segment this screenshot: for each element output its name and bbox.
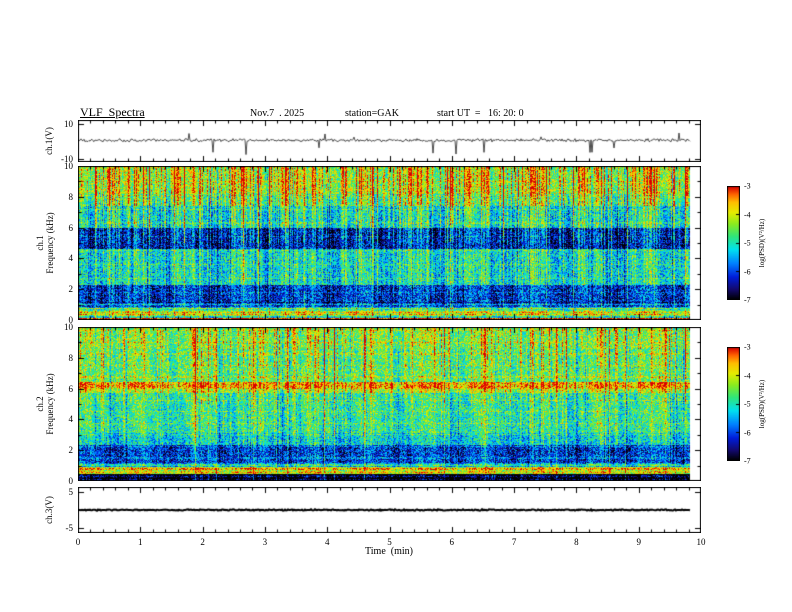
ch2-frequency-axis-label: ch.2 Frequency (kHz) [35, 373, 55, 434]
tick-label: 8 [574, 537, 579, 547]
ch1-waveform-plot [78, 120, 701, 162]
ch3-waveform-plot [78, 487, 701, 533]
figure-title: VLF Spectra [80, 105, 145, 119]
tick-label: -5 [744, 238, 751, 248]
tick-label: 3 [262, 537, 268, 547]
ch2-frequency-axis-label-line1: ch.2 [35, 396, 45, 412]
vlf-spectra-figure: VLF Spectra Nov.7 . 2025 station=GAK sta… [0, 0, 792, 612]
tick-label: 10 [64, 322, 73, 332]
tick-label: 10 [64, 118, 73, 129]
tick-label: -4 [744, 210, 751, 219]
tick-label: 6 [68, 383, 74, 394]
date-label: Nov.7 . 2025 [250, 108, 305, 119]
tick-label: 0 [68, 476, 74, 486]
tick-label: 8 [68, 352, 74, 363]
tick-label: 9 [636, 537, 641, 547]
tick-label: 4 [324, 537, 330, 547]
tick-label: -3 [744, 181, 751, 191]
tick-label: 10 [696, 537, 706, 547]
ch1-spectrogram-plot [78, 166, 701, 320]
ch2-colorbar-label: log(PSD)(V²/Hz) [758, 379, 766, 429]
tick-label: 2 [200, 537, 205, 547]
tick-label: 1 [138, 537, 143, 547]
ch1-frequency-axis-label-line2: Frequency (kHz) [45, 212, 55, 274]
tick-label: 4 [68, 253, 74, 264]
ch2-frequency-axis-label-line2: Frequency (kHz) [45, 373, 55, 435]
tick-label: -7 [744, 456, 751, 466]
station-label: station=GAK [345, 108, 399, 119]
tick-label: 2 [68, 445, 74, 456]
tick-label: 8 [68, 191, 74, 202]
tick-label: 6 [449, 537, 455, 547]
start-ut-label: start UT = 16: 20: 0 [437, 108, 524, 119]
ch1-colorbar-label: log(PSD)(V²/Hz) [758, 218, 766, 268]
tick-label: -6 [744, 267, 751, 276]
tick-label: -7 [744, 295, 751, 305]
ch2-spectrogram-plot [78, 327, 701, 481]
ch1-voltage-axis-label: ch.1(V) [44, 127, 54, 155]
tick-label: -3 [744, 342, 751, 352]
tick-label: -6 [744, 428, 751, 437]
time-axis-label: Time (min) [365, 546, 413, 557]
tick-label: 10 [64, 161, 73, 171]
ch2-colorbar [727, 347, 740, 461]
ch1-colorbar [727, 186, 740, 300]
ch3-voltage-axis-label: ch.3(V) [44, 496, 54, 524]
tick-label: 7 [511, 537, 517, 547]
tick-label: -4 [744, 371, 751, 380]
tick-label: -5 [744, 399, 751, 409]
tick-label: 2 [68, 284, 74, 295]
tick-label: -5 [65, 522, 74, 533]
tick-label: 5 [68, 487, 74, 498]
ch1-frequency-axis-label-line1: ch.1 [35, 235, 45, 251]
tick-label: 4 [68, 414, 74, 425]
ch1-frequency-axis-label: ch.1 Frequency (kHz) [35, 212, 55, 273]
tick-label: 0 [75, 537, 81, 547]
tick-label: 6 [68, 222, 74, 233]
